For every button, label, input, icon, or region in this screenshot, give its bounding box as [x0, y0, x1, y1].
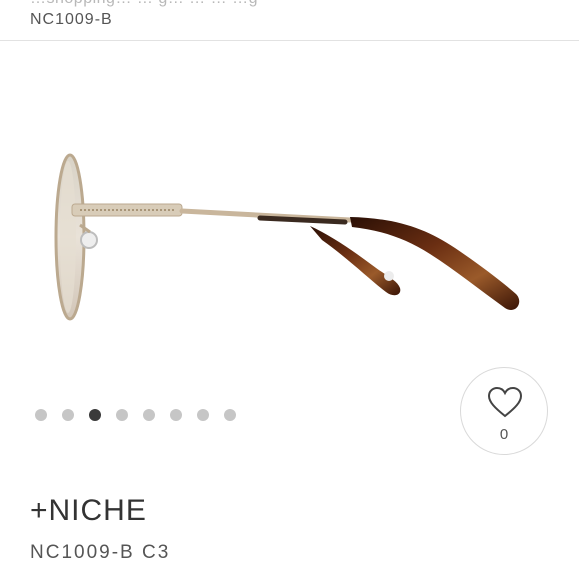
gallery-dot[interactable] — [89, 409, 101, 421]
like-button[interactable]: 0 — [460, 367, 548, 455]
heart-icon — [487, 386, 523, 418]
product-page: …shopping… … g… … … …g NC1009-B — [0, 0, 579, 580]
top-bar: …shopping… … g… … … …g NC1009-B — [0, 0, 579, 41]
gallery-dot[interactable] — [170, 409, 182, 421]
header-title: NC1009-B — [30, 11, 113, 28]
gallery-dot[interactable] — [224, 409, 236, 421]
brand-name: +NICHE — [30, 494, 147, 527]
model-name: NC1009-B C3 — [30, 542, 171, 563]
gallery-dot[interactable] — [116, 409, 128, 421]
gallery-dot[interactable] — [143, 409, 155, 421]
gallery-dot[interactable] — [62, 409, 74, 421]
gallery-dot[interactable] — [35, 409, 47, 421]
like-count: 0 — [499, 426, 509, 443]
header-cut-text: …shopping… … g… … … …g — [30, 0, 258, 8]
product-image[interactable] — [0, 130, 579, 340]
gallery-dots — [35, 409, 236, 421]
gallery-dot[interactable] — [197, 409, 209, 421]
